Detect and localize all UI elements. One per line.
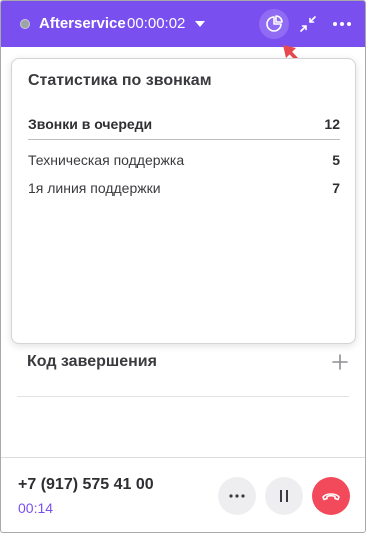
- queue-row: 1я линия поддержки 7: [28, 180, 340, 198]
- queue-total-label: Звонки в очереди: [28, 116, 153, 132]
- divider: [17, 396, 349, 397]
- collapse-button[interactable]: [297, 13, 319, 35]
- footer-divider: [1, 457, 365, 458]
- queue-total-value: 12: [324, 116, 340, 132]
- pie-chart-icon: [266, 15, 283, 32]
- hold-button[interactable]: [265, 477, 303, 515]
- popover-title: Статистика по звонкам: [28, 72, 212, 89]
- more-horizontal-icon: [229, 494, 245, 498]
- divider: [28, 139, 340, 140]
- status-dot-icon: [20, 19, 30, 29]
- queue-name: Техническая поддержка: [28, 152, 185, 168]
- collapse-icon: [300, 16, 316, 32]
- queue-row: Техническая поддержка 5: [28, 152, 340, 170]
- queue-name: 1я линия поддержки: [28, 180, 161, 196]
- pause-icon: [280, 490, 288, 502]
- call-statistics-popover: Статистика по звонкам Звонки в очереди 1…: [11, 58, 356, 344]
- more-options-button[interactable]: [330, 13, 354, 35]
- call-duration: 00:14: [18, 500, 54, 516]
- hangup-button[interactable]: [312, 477, 350, 515]
- status-timer: 00:00:02: [127, 15, 186, 32]
- call-statistics-button[interactable]: [259, 9, 289, 39]
- status-name[interactable]: Afterservice: [39, 15, 126, 32]
- queue-count: 7: [332, 180, 340, 196]
- hangup-phone-icon: [322, 493, 340, 501]
- completion-code-label: Код завершения: [27, 353, 157, 370]
- more-horizontal-icon: [333, 22, 351, 26]
- caret-down-icon[interactable]: [195, 21, 205, 27]
- call-more-button[interactable]: [218, 477, 256, 515]
- softphone-window: Afterservice 00:00:02 Код завершения Ста…: [0, 0, 366, 533]
- queue-count: 5: [332, 152, 340, 168]
- plus-icon[interactable]: [331, 353, 349, 371]
- phone-number: +7 (917) 575 41 00: [18, 476, 154, 493]
